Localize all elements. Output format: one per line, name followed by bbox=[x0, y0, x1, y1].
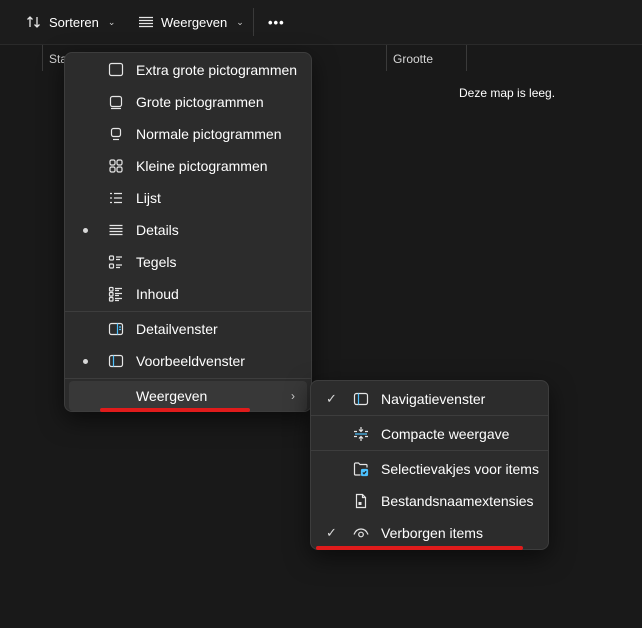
column-divider[interactable] bbox=[466, 45, 467, 71]
menu-separator bbox=[311, 415, 548, 416]
view-button[interactable]: Weergeven ⌄ bbox=[138, 9, 244, 35]
sort-button[interactable]: Sorteren ⌄ bbox=[26, 9, 115, 35]
checkmark-icon: ✓ bbox=[326, 391, 337, 406]
more-options-button[interactable]: ••• bbox=[268, 9, 285, 35]
submenu-item-file-extensions[interactable]: Bestandsnaamextensies bbox=[315, 486, 544, 516]
item-checkboxes-icon bbox=[353, 461, 369, 477]
hidden-items-eye-icon bbox=[353, 525, 369, 541]
compact-view-icon bbox=[353, 426, 369, 442]
menu-item-content[interactable]: Inhoud bbox=[69, 279, 307, 309]
column-divider[interactable] bbox=[42, 45, 43, 71]
submenu-item-item-checkboxes[interactable]: Selectievakjes voor items bbox=[315, 454, 544, 484]
toolbar-divider bbox=[253, 8, 254, 36]
navigation-pane-icon bbox=[353, 391, 369, 407]
menu-item-large-icons[interactable]: Grote pictogrammen bbox=[69, 87, 307, 117]
lines-icon bbox=[138, 14, 154, 30]
menu-item-small-icons[interactable]: Kleine pictogrammen bbox=[69, 151, 307, 181]
view-label: Weergeven bbox=[161, 14, 228, 30]
menu-item-preview-pane[interactable]: Voorbeeldvenster bbox=[69, 346, 307, 376]
menu-item-extra-large-icons[interactable]: Extra grote pictogrammen bbox=[69, 55, 307, 85]
column-size-header[interactable]: Grootte bbox=[393, 52, 433, 66]
menu-item-tiles[interactable]: Tegels bbox=[69, 247, 307, 277]
red-annotation-underline bbox=[100, 408, 250, 412]
command-bar: Sorteren ⌄ Weergeven ⌄ ••• bbox=[0, 0, 642, 44]
menu-item-details-pane[interactable]: Detailvenster bbox=[69, 314, 307, 344]
show-submenu: ✓ Navigatievenster Compacte weergave Sel… bbox=[310, 380, 549, 550]
extra-large-icons-icon bbox=[108, 62, 124, 78]
content-icon bbox=[108, 286, 124, 302]
view-menu: Extra grote pictogrammen Grote pictogram… bbox=[64, 52, 312, 412]
small-icons-icon bbox=[108, 158, 124, 174]
sort-label: Sorteren bbox=[49, 14, 99, 30]
details-pane-icon bbox=[108, 321, 124, 337]
submenu-item-compact-view[interactable]: Compacte weergave bbox=[315, 419, 544, 449]
menu-item-details[interactable]: Details bbox=[69, 215, 307, 245]
list-icon bbox=[108, 190, 124, 206]
submenu-item-hidden-items[interactable]: ✓ Verborgen items bbox=[315, 518, 544, 548]
menu-item-list[interactable]: Lijst bbox=[69, 183, 307, 213]
medium-icons-icon bbox=[108, 126, 124, 142]
chevron-down-icon: ⌄ bbox=[107, 16, 116, 27]
preview-pane-icon bbox=[108, 353, 124, 369]
column-divider[interactable] bbox=[386, 45, 387, 71]
more-options-label: ••• bbox=[268, 14, 285, 30]
empty-folder-message: Deze map is leeg. bbox=[459, 86, 556, 100]
menu-separator bbox=[65, 378, 311, 379]
red-annotation-underline bbox=[316, 546, 523, 550]
checkmark-icon: ✓ bbox=[326, 525, 337, 540]
menu-item-medium-icons[interactable]: Normale pictogrammen bbox=[69, 119, 307, 149]
tiles-icon bbox=[108, 254, 124, 270]
large-icons-icon bbox=[108, 94, 124, 110]
submenu-item-navigation-pane[interactable]: ✓ Navigatievenster bbox=[315, 384, 544, 414]
menu-separator bbox=[311, 450, 548, 451]
selected-bullet bbox=[83, 358, 88, 364]
sort-arrows-icon bbox=[26, 14, 42, 30]
file-extensions-icon bbox=[353, 493, 369, 509]
menu-separator bbox=[65, 311, 311, 312]
selected-bullet bbox=[83, 227, 88, 233]
chevron-right-icon: › bbox=[291, 389, 295, 403]
details-icon bbox=[108, 222, 124, 238]
chevron-down-icon: ⌄ bbox=[236, 16, 244, 27]
menu-item-show-submenu[interactable]: Weergeven › bbox=[69, 381, 307, 411]
